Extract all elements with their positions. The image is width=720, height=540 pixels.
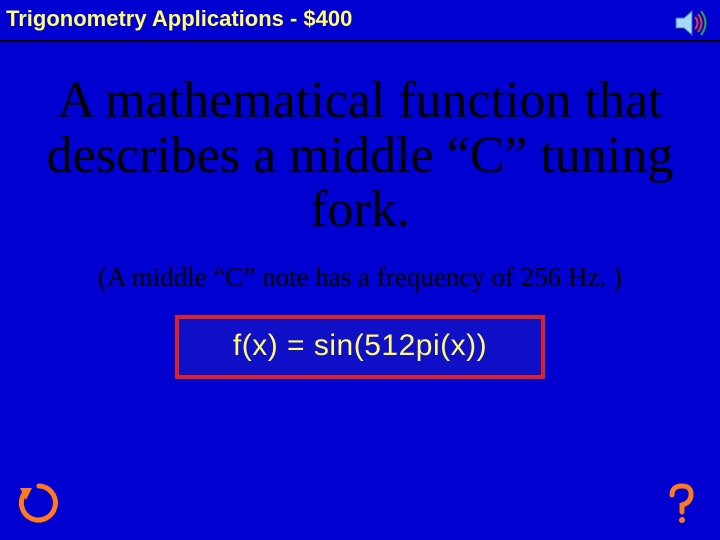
clue-main-text: A mathematical function that describes a… (0, 42, 720, 256)
clue-sub-text: (A middle “C” note has a frequency of 25… (0, 256, 720, 315)
back-arrow-icon[interactable] (16, 480, 62, 526)
sound-icon[interactable] (674, 8, 708, 38)
answer-box: f(x) = sin(512pi(x)) (175, 315, 545, 379)
header-title: Trigonometry Applications - $400 (6, 6, 352, 31)
slide-header: Trigonometry Applications - $400 (0, 0, 720, 42)
question-mark-icon[interactable] (658, 480, 704, 526)
answer-text: f(x) = sin(512pi(x)) (233, 329, 487, 362)
